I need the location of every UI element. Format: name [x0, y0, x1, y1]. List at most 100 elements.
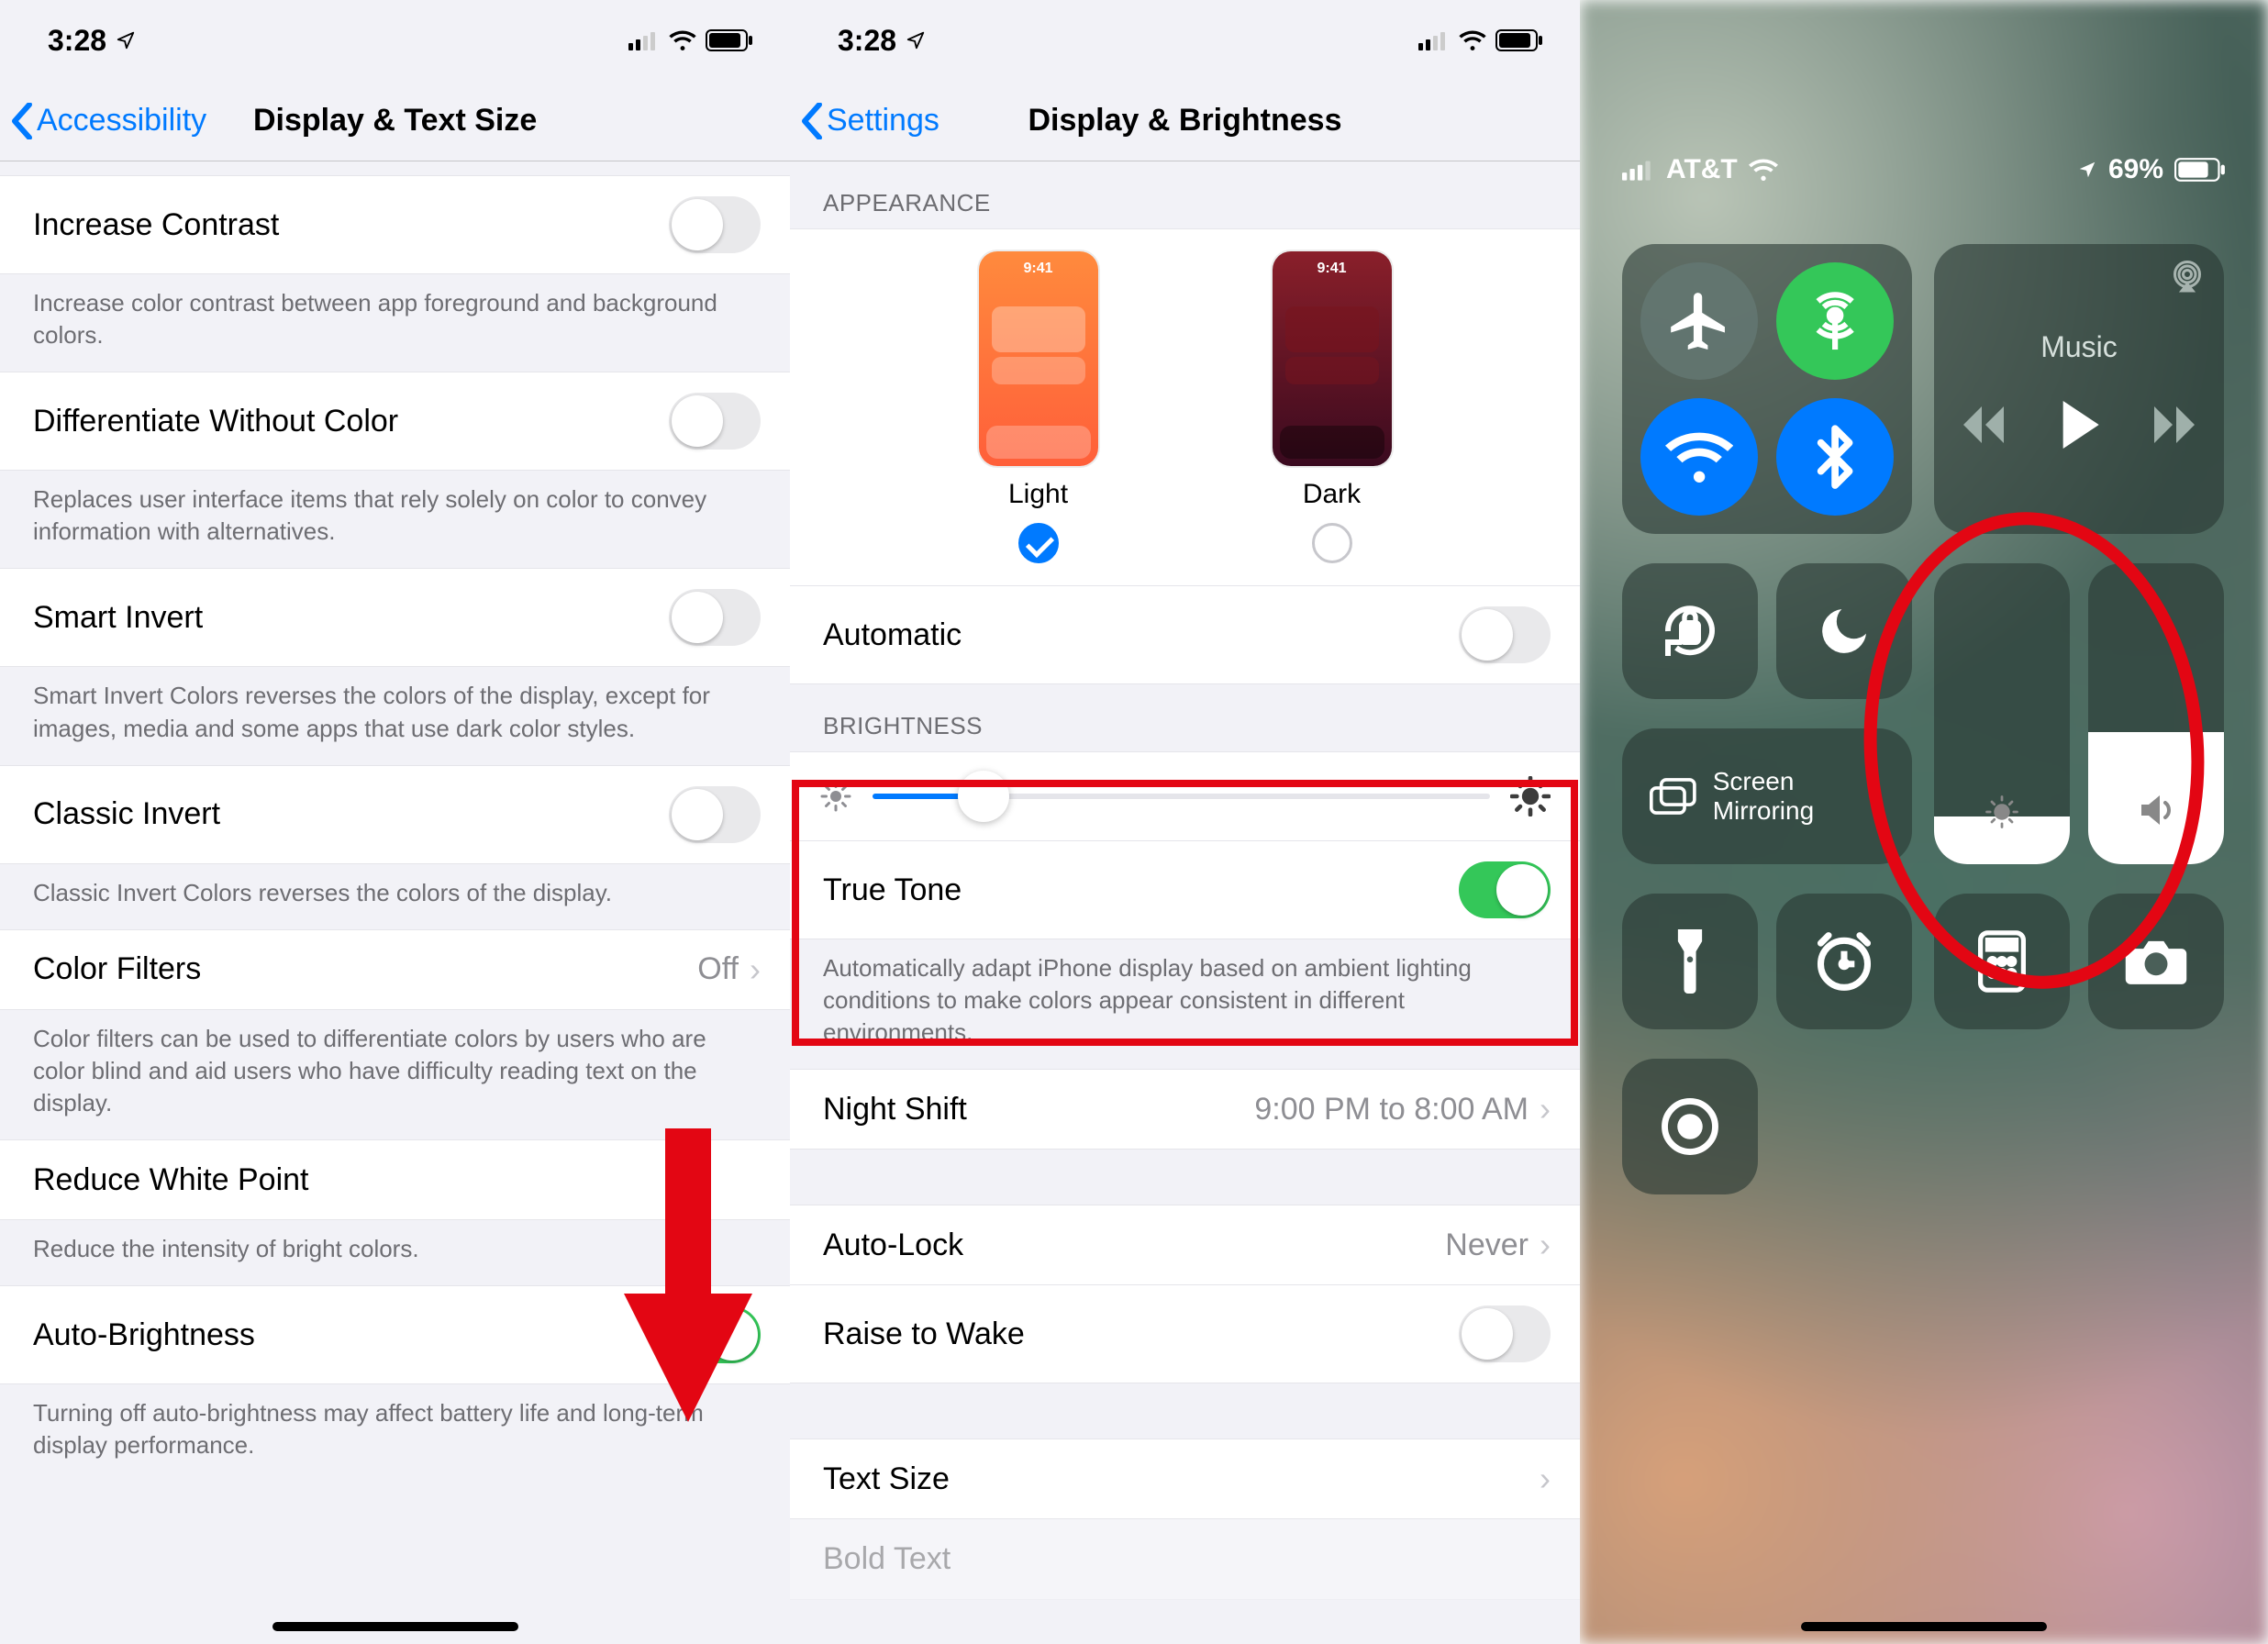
cellular-icon	[628, 30, 660, 50]
connectivity-tile[interactable]	[1622, 244, 1912, 534]
row-label: Differentiate Without Color	[33, 404, 398, 439]
location-icon	[116, 30, 136, 50]
battery-icon	[706, 29, 753, 51]
status-bar: 3:28	[0, 0, 790, 81]
row-auto-brightness[interactable]: Auto-Brightness	[0, 1285, 790, 1384]
row-increase-contrast[interactable]: Increase Contrast	[0, 175, 790, 274]
appearance-label: Light	[979, 479, 1098, 510]
radio-light[interactable]	[1018, 523, 1059, 563]
row-label: Smart Invert	[33, 600, 203, 636]
toggle-raise-to-wake[interactable]	[1459, 1305, 1551, 1362]
toggle-differentiate-without-color[interactable]	[669, 393, 761, 450]
back-label: Accessibility	[37, 103, 206, 139]
row-differentiate-without-color[interactable]: Differentiate Without Color	[0, 372, 790, 471]
chevron-left-icon	[11, 103, 33, 139]
status-indicators	[1418, 29, 1543, 51]
row-automatic[interactable]: Automatic	[790, 586, 1580, 684]
row-label: Auto-Lock	[823, 1227, 963, 1263]
toggle-smart-invert[interactable]	[669, 589, 761, 646]
row-smart-invert[interactable]: Smart Invert	[0, 568, 790, 667]
appearance-option-light[interactable]: 9:41 Light	[979, 251, 1098, 563]
row-value: Off	[697, 951, 739, 987]
toggle-classic-invert[interactable]	[669, 786, 761, 843]
row-reduce-white-point[interactable]: Reduce White Point	[0, 1139, 790, 1220]
music-tile[interactable]: Music	[1934, 244, 2224, 534]
wifi-icon	[669, 30, 696, 50]
chevron-left-icon	[801, 103, 823, 139]
row-raise-to-wake[interactable]: Raise to Wake	[790, 1285, 1580, 1383]
toggle-auto-brightness[interactable]	[669, 1306, 761, 1363]
row-label: Automatic	[823, 617, 962, 653]
row-auto-lock[interactable]: Auto-Lock Never ›	[790, 1205, 1580, 1285]
chevron-right-icon: ›	[1540, 1460, 1551, 1498]
row-classic-invert[interactable]: Classic Invert	[0, 765, 790, 864]
airplane-button[interactable]	[1640, 262, 1758, 380]
do-not-disturb-button[interactable]	[1776, 563, 1912, 699]
moon-icon	[1815, 602, 1873, 661]
chevron-right-icon: ›	[750, 950, 761, 989]
radio-dark[interactable]	[1312, 523, 1352, 563]
screen-mirror-icon	[1650, 774, 1696, 818]
play-icon[interactable]	[2059, 401, 2099, 449]
nav-title: Display & Text Size	[253, 103, 537, 139]
home-indicator[interactable]	[1801, 1622, 2047, 1631]
camera-icon	[2123, 936, 2189, 987]
brightness-slider[interactable]	[873, 794, 1490, 799]
battery-icon	[1495, 29, 1543, 51]
row-footer: Automatically adapt iPhone display based…	[790, 939, 1580, 1069]
preview-time: 9:41	[979, 261, 1098, 277]
brightness-slider[interactable]	[1934, 563, 2070, 864]
carrier-label: AT&T	[1666, 154, 1738, 185]
rotation-lock-button[interactable]	[1622, 563, 1758, 699]
row-night-shift[interactable]: Night Shift 9:00 PM to 8:00 AM ›	[790, 1069, 1580, 1150]
wifi-icon	[1459, 30, 1486, 50]
volume-slider[interactable]	[2088, 563, 2224, 864]
sun-small-icon	[819, 780, 852, 813]
location-icon	[906, 30, 926, 50]
screenshot-control-center: AT&T 69% Music	[1580, 0, 2268, 1644]
cellular-data-button[interactable]	[1776, 262, 1894, 380]
rotation-lock-icon	[1657, 598, 1723, 664]
row-brightness-slider[interactable]	[790, 751, 1580, 841]
toggle-true-tone[interactable]	[1459, 861, 1551, 918]
preview-light: 9:41	[979, 251, 1098, 466]
flashlight-button[interactable]	[1622, 894, 1758, 1029]
toggle-automatic[interactable]	[1459, 606, 1551, 663]
home-indicator[interactable]	[272, 1622, 518, 1631]
battery-percent: 69%	[2108, 154, 2163, 185]
screen-mirroring-label: Screen Mirroring	[1713, 767, 1884, 826]
timer-button[interactable]	[1776, 894, 1912, 1029]
appearance-label: Dark	[1273, 479, 1392, 510]
row-true-tone[interactable]: True Tone	[790, 841, 1580, 939]
camera-button[interactable]	[2088, 894, 2224, 1029]
row-footer: Increase color contrast between app fore…	[0, 274, 790, 372]
back-button[interactable]: Settings	[801, 103, 939, 139]
preview-time: 9:41	[1273, 261, 1392, 277]
toggle-increase-contrast[interactable]	[669, 196, 761, 253]
screenshot-accessibility-display-text-size: 3:28 Accessibility Display & Text Size s…	[0, 0, 790, 1644]
forward-icon[interactable]	[2152, 406, 2196, 443]
rewind-icon[interactable]	[1962, 406, 2006, 443]
cellular-antenna-icon	[1801, 287, 1869, 355]
row-bold-text[interactable]: Bold Text	[790, 1519, 1580, 1600]
wifi-icon	[1665, 423, 1733, 491]
row-label: Night Shift	[823, 1092, 967, 1127]
appearance-option-dark[interactable]: 9:41 Dark	[1273, 251, 1392, 563]
row-label: Reduce White Point	[33, 1162, 309, 1198]
screen-mirroring-button[interactable]: Screen Mirroring	[1622, 728, 1912, 864]
row-footer: Color filters can be used to differentia…	[0, 1010, 790, 1139]
row-color-filters[interactable]: Color Filters Off ›	[0, 929, 790, 1010]
row-text-size[interactable]: Text Size ›	[790, 1438, 1580, 1519]
row-label: Classic Invert	[33, 796, 220, 832]
wifi-button[interactable]	[1640, 398, 1758, 516]
bluetooth-button[interactable]	[1776, 398, 1894, 516]
cellular-icon	[1622, 159, 1655, 181]
screen-record-button[interactable]	[1622, 1059, 1758, 1194]
calculator-icon	[1978, 930, 2026, 993]
speaker-icon	[2134, 788, 2178, 832]
back-button[interactable]: Accessibility	[11, 103, 206, 139]
cellular-icon	[1418, 30, 1450, 50]
calculator-button[interactable]	[1934, 894, 2070, 1029]
row-label: True Tone	[823, 872, 962, 908]
flashlight-icon	[1670, 929, 1710, 994]
